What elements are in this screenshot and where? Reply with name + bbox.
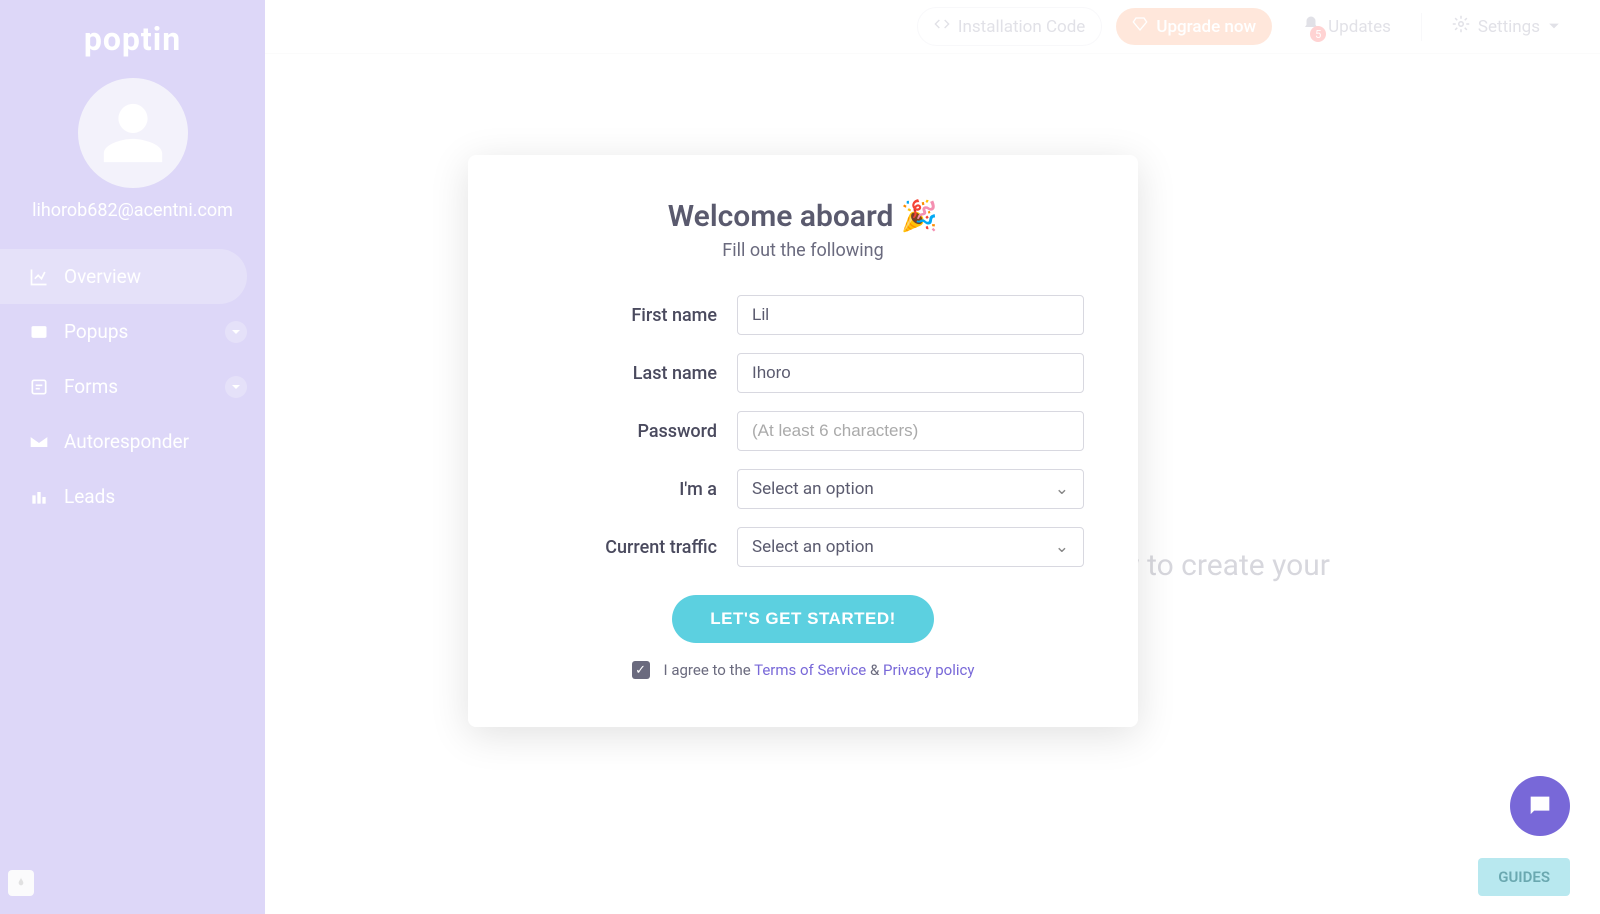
chevron-down-icon: ⌄ — [1055, 537, 1069, 557]
modal-subtitle: Fill out the following — [522, 240, 1084, 261]
current-traffic-label: Current traffic — [522, 537, 717, 558]
im-a-label: I'm a — [522, 479, 717, 500]
last-name-label: Last name — [522, 363, 717, 384]
first-name-input[interactable] — [737, 295, 1084, 335]
first-name-label: First name — [522, 305, 717, 326]
last-name-input[interactable] — [737, 353, 1084, 393]
welcome-modal: Welcome aboard 🎉 Fill out the following … — [468, 155, 1138, 727]
current-traffic-select[interactable]: Select an option ⌄ — [737, 527, 1084, 567]
modal-title: Welcome aboard 🎉 — [522, 199, 1084, 234]
terms-link[interactable]: Terms of Service — [754, 661, 866, 679]
password-label: Password — [522, 421, 717, 442]
privacy-link[interactable]: Privacy policy — [883, 661, 974, 679]
agree-checkbox[interactable]: ✓ — [632, 661, 650, 679]
guides-button[interactable]: GUIDES — [1478, 858, 1570, 896]
lets-get-started-button[interactable]: LET'S GET STARTED! — [672, 595, 934, 643]
chat-button[interactable] — [1510, 776, 1570, 836]
im-a-select[interactable]: Select an option ⌄ — [737, 469, 1084, 509]
password-input[interactable] — [737, 411, 1084, 451]
chat-icon — [1526, 792, 1554, 820]
agree-row: ✓ I agree to the Terms of Service & Priv… — [522, 661, 1084, 679]
chevron-down-icon: ⌄ — [1055, 479, 1069, 499]
